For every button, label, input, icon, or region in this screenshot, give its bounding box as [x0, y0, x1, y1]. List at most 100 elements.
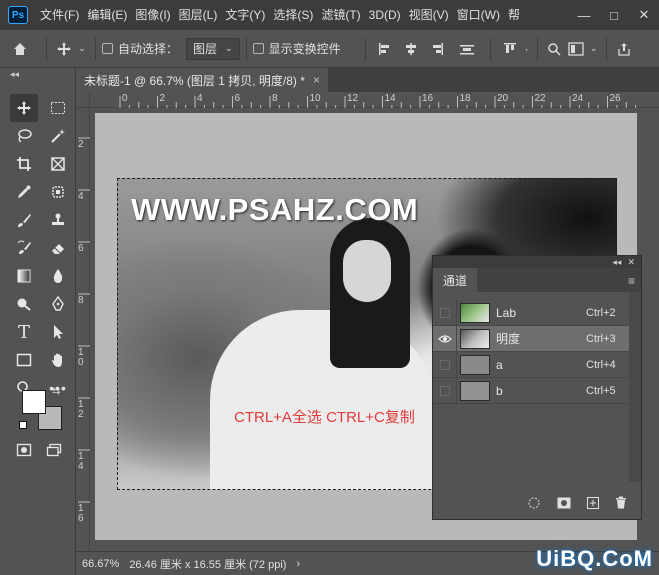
menu-select[interactable]: 选择(S) [269, 0, 317, 30]
show-transform-label: 显示变换控件 [268, 42, 341, 56]
menu-bar: Ps 文件(F) 编辑(E) 图像(I) 图层(L) 文字(Y) 选择(S) 滤… [0, 0, 659, 30]
channel-shortcut: Ctrl+4 [586, 358, 616, 371]
type-tool-icon[interactable]: T [10, 318, 38, 346]
menu-layer[interactable]: 图层(L) [175, 0, 222, 30]
pen-tool-icon[interactable] [44, 290, 72, 318]
path-selection-icon[interactable] [44, 318, 72, 346]
swap-colors-icon[interactable]: ⇆ [52, 386, 60, 397]
chevron-down-icon[interactable]: ⌄ [75, 43, 89, 54]
auto-select-checkbox[interactable] [102, 43, 113, 54]
maximize-button[interactable]: □ [599, 0, 629, 30]
new-channel-icon[interactable] [587, 496, 599, 512]
more-icon[interactable]: · [523, 42, 531, 56]
dodge-icon[interactable] [10, 290, 38, 318]
horizontal-ruler[interactable]: 0 2 4 6 8 10 12 14 16 18 20 22 24 26 [90, 92, 659, 108]
align-center-icon[interactable] [398, 42, 424, 56]
brush-icon[interactable] [10, 206, 38, 234]
search-icon[interactable] [544, 42, 564, 56]
menu-type[interactable]: 文字(Y) [221, 0, 269, 30]
ruler-tick-label: 16 [422, 93, 434, 104]
hand-tool-icon[interactable] [44, 346, 72, 374]
ruler-tick-label: 8 [78, 295, 84, 306]
channel-name: a [496, 357, 503, 372]
gradient-icon[interactable] [10, 262, 38, 290]
menu-window[interactable]: 窗口(W) [453, 0, 504, 30]
workspace-icon[interactable] [564, 41, 588, 56]
magic-wand-icon[interactable] [44, 122, 72, 150]
status-menu-arrow[interactable]: › [296, 558, 300, 570]
close-panel-icon[interactable]: ✕ [627, 257, 635, 268]
visibility-toggle[interactable] [433, 325, 457, 352]
image-watermark-text: WWW.PSAHZ.COM [131, 192, 419, 227]
document-tab[interactable]: 未标题-1 @ 66.7% (图层 1 拷贝, 明度/8) * × [76, 68, 328, 92]
menu-help[interactable]: 帮 [504, 0, 524, 30]
panel-footer [433, 489, 641, 519]
menu-filter[interactable]: 滤镜(T) [317, 0, 364, 30]
visibility-toggle[interactable] [433, 377, 457, 404]
vertical-ruler[interactable]: 2 4 6 8 1 0 1 2 1 4 1 6 [76, 108, 90, 551]
share-icon[interactable] [613, 42, 635, 56]
default-colors-icon[interactable] [19, 421, 27, 429]
divider [245, 37, 247, 60]
eraser-icon[interactable] [44, 234, 72, 262]
chevron-down-icon[interactable]: ⌄ [588, 43, 600, 54]
minimize-button[interactable]: — [569, 0, 599, 30]
screen-mode-icon[interactable] [40, 436, 68, 464]
eyedropper-icon[interactable] [10, 178, 38, 206]
ruler-tick-label: 4 [78, 191, 84, 202]
ruler-origin[interactable] [76, 92, 90, 108]
healing-brush-icon[interactable] [44, 178, 72, 206]
channel-row-lab[interactable]: Lab Ctrl+2 [433, 299, 629, 326]
window-controls: — □ ✕ [569, 0, 659, 30]
panel-header: ◂◂ ✕ [433, 256, 641, 268]
collapse-panel-icon[interactable]: ◂◂ [612, 257, 621, 268]
channel-name: b [496, 383, 503, 398]
lasso-tool-icon[interactable] [10, 122, 38, 150]
close-window-button[interactable]: ✕ [629, 0, 659, 30]
ruler-tick-label: 1 6 [78, 503, 84, 524]
menu-view[interactable]: 视图(V) [405, 0, 453, 30]
align-right-icon[interactable] [424, 42, 450, 56]
channel-thumbnail [460, 328, 490, 349]
document-title: 未标题-1 @ 66.7% (图层 1 拷贝, 明度/8) * [84, 73, 305, 88]
move-tool-icon[interactable] [10, 94, 38, 122]
align-left-icon[interactable] [372, 42, 398, 56]
stamp-icon[interactable] [44, 206, 72, 234]
blur-drop-icon[interactable] [44, 262, 72, 290]
channel-row-b[interactable]: b Ctrl+5 [433, 377, 629, 404]
tab-channels[interactable]: 通道 [433, 268, 478, 292]
ruler-tick-label: 24 [572, 93, 584, 104]
menu-image[interactable]: 图像(I) [131, 0, 174, 30]
menu-edit[interactable]: 编辑(E) [83, 0, 131, 30]
visibility-toggle[interactable] [433, 351, 457, 378]
visibility-toggle[interactable] [433, 299, 457, 326]
crop-tool-icon[interactable] [10, 150, 38, 178]
panel-scrollbar[interactable] [629, 292, 641, 482]
home-icon[interactable] [0, 41, 40, 57]
trash-icon[interactable] [615, 496, 627, 512]
distribute-icon[interactable] [450, 42, 484, 56]
panel-menu-icon[interactable]: ≡ [628, 274, 635, 288]
foreground-color-swatch[interactable] [22, 390, 46, 414]
show-transform-checkbox[interactable] [252, 43, 264, 54]
annotation-text: CTRL+A全选 CTRL+C复制 [234, 409, 415, 426]
ruler-tick-label: 1 4 [78, 451, 84, 472]
quick-mask-icon[interactable] [10, 436, 38, 464]
toolbar-collapse-icon[interactable]: ◂◂ [0, 68, 75, 80]
save-selection-icon[interactable] [557, 497, 571, 512]
frame-tool-icon[interactable] [44, 150, 72, 178]
channel-row-lightness[interactable]: 明度 Ctrl+3 [433, 325, 629, 352]
menu-3d[interactable]: 3D(D) [365, 0, 405, 30]
load-selection-icon[interactable] [527, 496, 541, 513]
align-top-icon[interactable] [497, 42, 523, 56]
close-tab-icon[interactable]: × [313, 73, 320, 87]
move-tool-icon[interactable] [53, 41, 75, 57]
menu-file[interactable]: 文件(F) [36, 0, 83, 30]
marquee-tool-icon[interactable] [44, 94, 72, 122]
channel-name: Lab [496, 305, 517, 320]
auto-select-target-dropdown[interactable]: 图层 ⌄ [186, 37, 240, 60]
channel-row-a[interactable]: a Ctrl+4 [433, 351, 629, 378]
history-brush-icon[interactable] [10, 234, 38, 262]
rectangle-tool-icon[interactable] [10, 346, 38, 374]
zoom-level[interactable]: 66.67% [82, 558, 119, 570]
